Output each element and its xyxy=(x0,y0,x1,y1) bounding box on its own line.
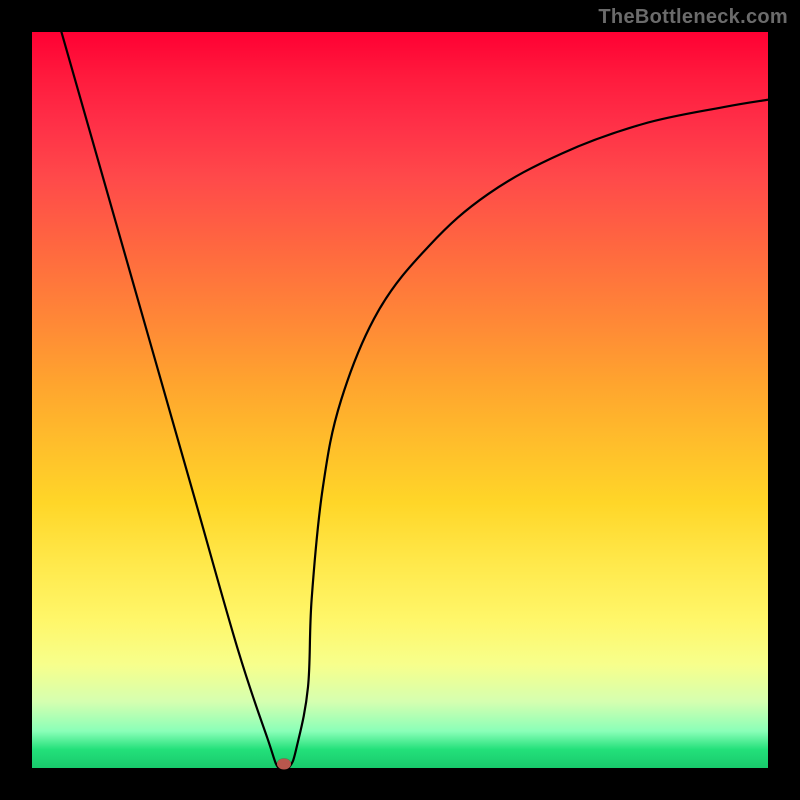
bottleneck-curve-path xyxy=(61,32,768,768)
plot-area xyxy=(32,32,768,768)
chart-frame: TheBottleneck.com xyxy=(0,0,800,800)
curve-svg xyxy=(32,32,768,768)
watermark-text: TheBottleneck.com xyxy=(598,6,788,29)
minimum-marker xyxy=(277,759,291,770)
